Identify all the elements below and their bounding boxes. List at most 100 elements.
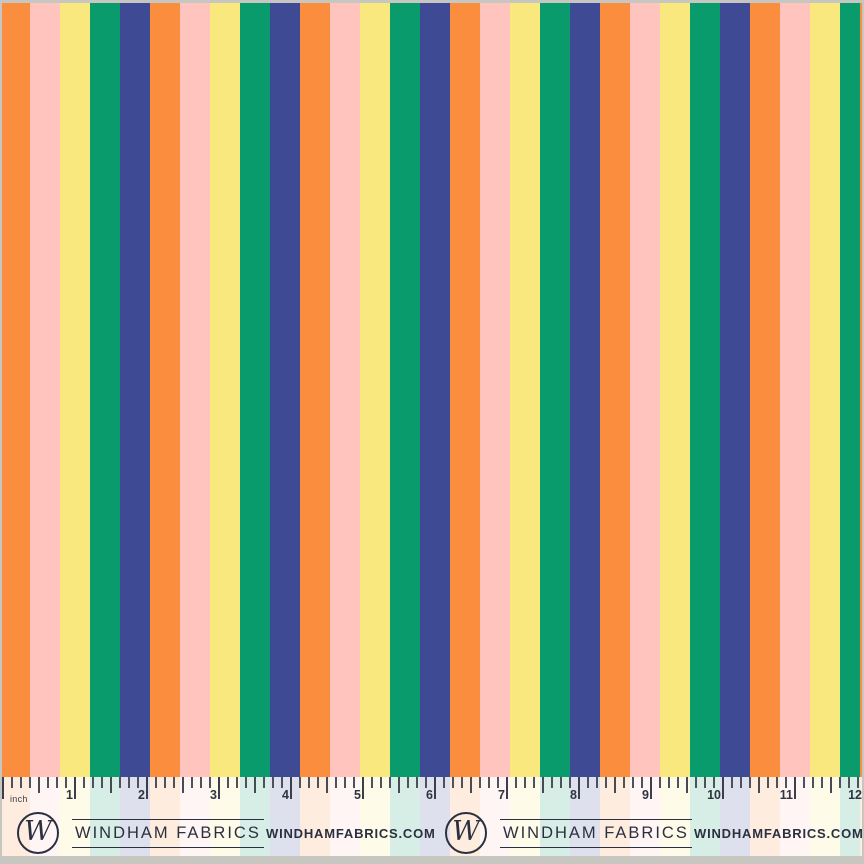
ruler-number: 9 xyxy=(642,788,649,802)
ruler-tick xyxy=(812,777,814,788)
ruler-tick xyxy=(218,777,220,799)
ruler-tick xyxy=(704,777,706,788)
ruler-tick xyxy=(317,777,319,788)
ruler-tick xyxy=(515,777,517,788)
ruler-tick xyxy=(335,777,337,788)
ruler-tick xyxy=(560,777,562,788)
brand-wordmark: WINDHAM FABRICS xyxy=(500,819,692,848)
ruler-tick xyxy=(443,777,445,788)
ruler-tick xyxy=(758,777,760,793)
ruler-tick xyxy=(92,777,94,788)
ruler-tick xyxy=(578,777,580,799)
ruler-tick xyxy=(425,777,427,788)
brand-wordmark: WINDHAM FABRICS xyxy=(72,819,264,848)
ruler-tick xyxy=(713,777,715,788)
ruler-number: 11 xyxy=(780,788,793,802)
windham-logo-badge: W xyxy=(17,812,59,854)
ruler-tick xyxy=(236,777,238,788)
ruler-tick xyxy=(785,777,787,788)
ruler-tick xyxy=(191,777,193,788)
inch-ruler: inch 123456789101112 xyxy=(2,777,862,811)
ruler-tick xyxy=(731,777,733,788)
ruler-tick xyxy=(839,777,841,788)
ruler-tick xyxy=(173,777,175,788)
ruler-tick xyxy=(686,777,688,793)
ruler-tick xyxy=(110,777,112,793)
ruler-tick xyxy=(407,777,409,788)
ruler-tick xyxy=(2,777,4,799)
ruler-tick xyxy=(569,777,571,788)
ruler-tick xyxy=(128,777,130,788)
ruler-tick xyxy=(20,777,22,788)
ruler-tick xyxy=(614,777,616,793)
website-url: WINDHAMFABRICS.COM xyxy=(694,826,862,841)
ruler-number: 4 xyxy=(282,788,289,802)
ruler-tick xyxy=(632,777,634,788)
ruler-number: 7 xyxy=(498,788,505,802)
ruler-tick xyxy=(272,777,274,788)
ruler-tick xyxy=(290,777,292,799)
ruler-tick xyxy=(389,777,391,788)
ruler-tick xyxy=(164,777,166,788)
monogram-w-icon: W xyxy=(24,816,52,847)
fabric-swatch-image: inch 123456789101112 W WINDHAM FABRICS W… xyxy=(0,0,864,864)
ruler-tick xyxy=(146,777,148,799)
ruler-tick xyxy=(722,777,724,799)
ruler-tick xyxy=(353,777,355,788)
ruler-tick xyxy=(803,777,805,788)
ruler-tick xyxy=(506,777,508,799)
ruler-tick xyxy=(38,777,40,793)
ruler-tick xyxy=(308,777,310,788)
ruler-tick xyxy=(452,777,454,788)
ruler-tick xyxy=(56,777,58,788)
ruler-number: 10 xyxy=(707,788,721,802)
ruler-number: 1 xyxy=(66,788,73,802)
ruler-tick xyxy=(461,777,463,788)
ruler-tick xyxy=(416,777,418,788)
ruler-tick xyxy=(551,777,553,788)
ruler-tick xyxy=(488,777,490,788)
ruler-tick xyxy=(281,777,283,788)
ruler-tick xyxy=(533,777,535,788)
ruler-tick xyxy=(29,777,31,788)
ruler-number: 5 xyxy=(354,788,361,802)
ruler-tick xyxy=(11,777,13,788)
ruler-tick xyxy=(659,777,661,788)
ruler-tick xyxy=(668,777,670,788)
ruler-tick xyxy=(371,777,373,788)
ruler-unit-label: inch xyxy=(10,794,28,804)
ruler-tick xyxy=(596,777,598,788)
ruler-tick xyxy=(695,777,697,788)
ruler-tick xyxy=(524,777,526,788)
ruler-tick xyxy=(857,777,859,788)
ruler-tick xyxy=(47,777,49,788)
ruler-tick xyxy=(227,777,229,788)
ruler-tick xyxy=(83,777,85,788)
ruler-tick xyxy=(677,777,679,788)
ruler-tick xyxy=(776,777,778,788)
ruler-tick xyxy=(362,777,364,799)
ruler-tick xyxy=(263,777,265,788)
stripe-pattern xyxy=(2,3,862,777)
ruler-tick xyxy=(119,777,121,788)
ruler-tick xyxy=(245,777,247,788)
ruler-tick xyxy=(749,777,751,788)
ruler-tick xyxy=(200,777,202,788)
ruler-tick xyxy=(641,777,643,788)
ruler-tick xyxy=(182,777,184,793)
ruler-tick xyxy=(767,777,769,788)
monogram-w-icon: W xyxy=(452,816,480,847)
ruler-tick xyxy=(470,777,472,793)
ruler-tick xyxy=(542,777,544,793)
ruler-tick xyxy=(497,777,499,788)
ruler-tick xyxy=(794,777,796,799)
windham-logo-badge: W xyxy=(445,812,487,854)
ruler-tick xyxy=(326,777,328,793)
ruler-tick xyxy=(137,777,139,788)
ruler-tick xyxy=(101,777,103,788)
ruler-tick xyxy=(848,777,850,788)
ruler-tick xyxy=(650,777,652,799)
ruler-tick xyxy=(299,777,301,788)
ruler-tick xyxy=(380,777,382,788)
ruler-number: 2 xyxy=(138,788,145,802)
